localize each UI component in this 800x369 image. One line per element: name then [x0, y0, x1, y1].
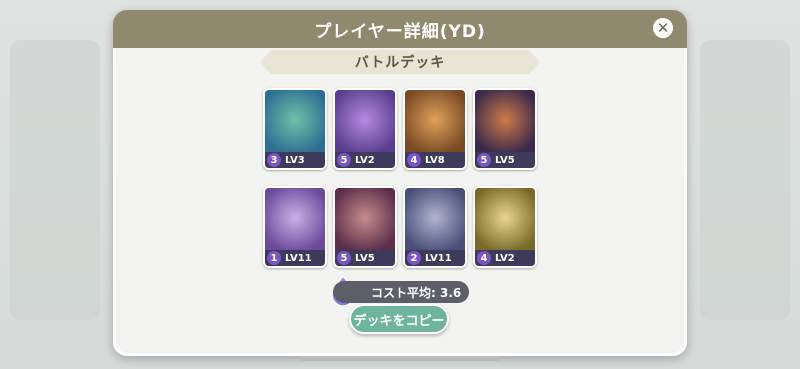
card-cost-badge: 5	[337, 153, 351, 167]
card-level: LV11	[425, 252, 452, 264]
card-cost-badge: 4	[407, 153, 421, 167]
card-footer: 5 LV2	[335, 152, 395, 168]
background-panel-right	[700, 40, 790, 320]
deck-card[interactable]: 4 LV8	[403, 88, 467, 170]
card-footer: 5 LV5	[475, 152, 535, 168]
average-cost-text: コスト平均: 3.6	[371, 285, 462, 300]
player-detail-modal: プレイヤー詳細(YD) ✕ バトルデッキ 3 LV3 5 LV2 4 LV8 5…	[113, 10, 687, 356]
card-cost-badge: 4	[477, 251, 491, 265]
card-level: LV2	[495, 252, 515, 264]
card-footer: 5 LV5	[335, 250, 395, 266]
card-footer: 3 LV3	[265, 152, 325, 168]
card-level: LV5	[495, 154, 515, 166]
eagle-dancer-icon	[475, 188, 535, 254]
modal-title: プレイヤー詳細(YD)	[314, 21, 486, 42]
lion-knight-icon	[475, 90, 535, 156]
card-footer: 4 LV2	[475, 250, 535, 266]
card-footer: 2 LV11	[405, 250, 465, 266]
card-row-2: 1 LV11 5 LV5 2 LV11 4 LV2	[263, 186, 537, 268]
vulture-icon	[335, 188, 395, 254]
modal-header: プレイヤー詳細(YD) ✕	[113, 10, 687, 48]
deck-card[interactable]: 5 LV5	[333, 186, 397, 268]
peacock-archer-icon	[265, 90, 325, 156]
card-level: LV8	[425, 154, 445, 166]
deck-card[interactable]: 3 LV3	[263, 88, 327, 170]
deck-card[interactable]: 2 LV11	[403, 186, 467, 268]
deck-card[interactable]: 1 LV11	[263, 186, 327, 268]
background-panel-left	[10, 40, 100, 320]
card-level: LV2	[355, 154, 375, 166]
copy-deck-label: デッキをコピー	[353, 313, 445, 329]
deck-card[interactable]: 5 LV5	[473, 88, 537, 170]
card-footer: 4 LV8	[405, 152, 465, 168]
card-row-1: 3 LV3 5 LV2 4 LV8 5 LV5	[263, 88, 537, 170]
battle-deck-banner: バトルデッキ	[260, 50, 540, 74]
card-cost-badge: 5	[477, 153, 491, 167]
section-title: バトルデッキ	[354, 55, 446, 71]
card-level: LV11	[285, 252, 312, 264]
deck-card[interactable]: 4 LV2	[473, 186, 537, 268]
card-cost-badge: 3	[267, 153, 281, 167]
cat-girl-icon	[265, 188, 325, 254]
card-level: LV5	[355, 252, 375, 264]
close-button[interactable]: ✕	[651, 16, 675, 40]
card-footer: 1 LV11	[265, 250, 325, 266]
hippo-fortune-teller-icon	[335, 90, 395, 156]
copy-deck-button[interactable]: デッキをコピー	[349, 304, 449, 334]
average-cost-pill: コスト平均: 3.6	[333, 281, 469, 303]
card-cost-badge: 2	[407, 251, 421, 265]
giraffe-pirate-icon	[405, 90, 465, 156]
mouse-rider-icon	[405, 188, 465, 254]
card-cost-badge: 5	[337, 251, 351, 265]
deck-card[interactable]: 5 LV2	[333, 88, 397, 170]
close-icon: ✕	[656, 19, 670, 37]
deck-card-grid: 3 LV3 5 LV2 4 LV8 5 LV5 1 LV11 5 LV5 2 L…	[263, 88, 537, 284]
card-cost-badge: 1	[267, 251, 281, 265]
card-level: LV3	[285, 154, 305, 166]
home-indicator	[300, 356, 500, 361]
